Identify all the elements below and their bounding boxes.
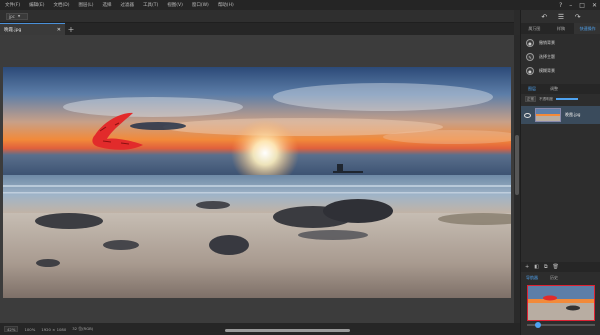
vertical-scroll-thumb[interactable] (515, 135, 519, 195)
chevron-down-icon: ▼ (17, 14, 21, 18)
options-bar: jpc ▼ (0, 10, 514, 23)
document-tab-label: 晚霞.jpg (4, 27, 22, 33)
tool-preset-select[interactable]: jpc ▼ (6, 12, 28, 20)
menu-layer[interactable]: 图层(L) (78, 2, 93, 8)
minimize-icon[interactable]: – (569, 2, 572, 9)
action-remove-background[interactable]: ● 撤销背景 (521, 36, 600, 50)
document-tab[interactable]: 晚霞.jpg ✕ (0, 23, 65, 35)
zoom-field-secondary: 100% (24, 326, 36, 332)
undo-icon[interactable]: ↶ (541, 13, 547, 21)
tab-histogram[interactable]: 属万图 (521, 23, 548, 34)
sunset-beach-photo (3, 67, 511, 298)
layers-tabs: 图层 调整 (521, 84, 600, 94)
menu-filter[interactable]: 过滤器 (120, 2, 134, 8)
close-icon[interactable]: ✕ (592, 2, 597, 9)
layer-row[interactable]: 晚霞.jpg (521, 106, 600, 124)
layer-thumbnail (535, 108, 561, 122)
action-label: 选择主题 (539, 54, 555, 59)
redo-icon[interactable]: ↷ (575, 13, 581, 21)
action-label: 撤销背景 (539, 40, 555, 45)
action-blur-background[interactable]: ● 模糊背景 (521, 64, 600, 78)
navigator-zoom-thumb[interactable] (535, 322, 541, 328)
menu-document[interactable]: 文档(D) (53, 2, 69, 8)
layers-footer: + ◧ ⧉ 🗑 (521, 262, 600, 272)
tool-preset-value: jpc (9, 13, 15, 19)
layer-thumbnail-image (536, 109, 560, 121)
menu-select[interactable]: 选择 (102, 2, 111, 8)
menu-window[interactable]: 窗口(W) (192, 2, 209, 8)
circle-icon: ● (526, 39, 534, 47)
action-label: 模糊背景 (539, 68, 555, 73)
document-tab-bar: 晚霞.jpg ✕ + (0, 23, 514, 35)
navigator-zoom-slider[interactable] (527, 322, 595, 328)
help-icon[interactable]: ? (559, 2, 562, 9)
canvas-image[interactable] (3, 67, 511, 298)
tab-adjustments[interactable]: 调整 (543, 84, 565, 94)
trash-icon[interactable]: 🗑 (553, 264, 559, 270)
mask-icon[interactable]: ◧ (534, 264, 539, 270)
window-controls: ? – □ ✕ (559, 0, 597, 10)
add-layer-icon[interactable]: + (525, 264, 529, 270)
brush-icon: ✎ (526, 53, 534, 61)
quick-actions-list: ● 撤销背景 ✎ 选择主题 ● 模糊背景 (521, 36, 600, 78)
menu-help[interactable]: 帮助(H) (218, 2, 234, 8)
opacity-slider[interactable] (556, 98, 578, 100)
tab-layers[interactable]: 图层 (521, 84, 543, 94)
navigator-preview[interactable] (527, 285, 595, 321)
navigator-preview-image (528, 286, 594, 320)
tab-samples[interactable]: 样稿 (548, 23, 575, 34)
horizontal-scroll-thumb[interactable] (225, 329, 350, 332)
panel-toolbar: ↶ ☰ ↷ (521, 10, 600, 23)
blend-mode-select[interactable]: 正常 (525, 96, 536, 102)
drop-icon: ● (526, 67, 534, 75)
tab-history[interactable]: 历史 (543, 273, 565, 283)
menu-edit[interactable]: 编辑(E) (29, 2, 44, 8)
new-tab-icon[interactable]: + (65, 23, 77, 35)
layer-controls: 正常 不透明度 (521, 94, 600, 104)
menu-icon[interactable]: ☰ (558, 13, 564, 21)
tab-navigator[interactable]: 导航器 (521, 273, 543, 283)
tab-quick-actions[interactable]: 快速操作 (574, 23, 600, 34)
duplicate-icon[interactable]: ⧉ (544, 264, 548, 270)
doc-size: 1920 × 1080 (41, 326, 67, 332)
maximize-icon[interactable]: □ (579, 2, 585, 9)
menu-bar: 文件(F) 编辑(E) 文档(D) 图层(L) 选择 过滤器 工具(T) 视图(… (0, 0, 600, 10)
action-select-subject[interactable]: ✎ 选择主题 (521, 50, 600, 64)
close-tab-icon[interactable]: ✕ (57, 27, 61, 33)
menu-view[interactable]: 视图(V) (167, 2, 183, 8)
layer-name: 晚霞.jpg (565, 112, 581, 117)
zoom-field[interactable]: 42% (4, 326, 19, 332)
menu-file[interactable]: 文件(F) (5, 2, 20, 8)
right-panel: ↶ ☰ ↷ 属万图 样稿 快速操作 ● 撤销背景 ✎ 选择主题 ● 模糊背景 图… (520, 10, 600, 335)
opacity-label: 不透明度 (539, 96, 553, 101)
canvas-area[interactable] (0, 35, 514, 323)
eye-icon[interactable] (524, 112, 531, 118)
navigator-tabs: 导航器 历史 (521, 273, 600, 283)
menu-tools[interactable]: 工具(T) (143, 2, 158, 8)
panel-tabs: 属万图 样稿 快速操作 (521, 23, 600, 34)
bit-depth: 32 位(RGB) (72, 326, 94, 331)
